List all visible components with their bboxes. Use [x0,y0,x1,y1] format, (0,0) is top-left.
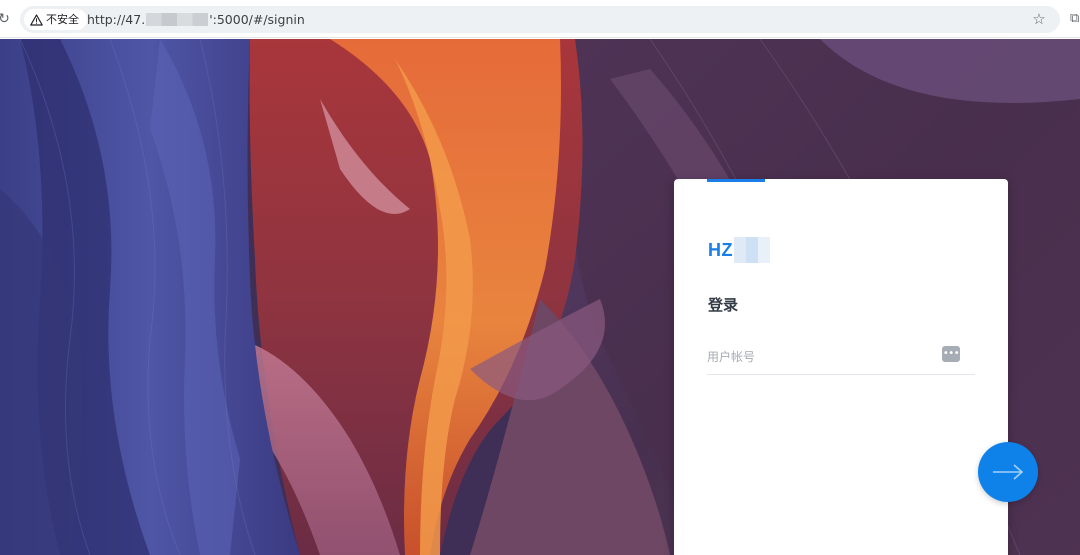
extension-icon[interactable]: ⧉ [1070,11,1080,27]
card-accent-bar [707,179,765,182]
brand-name: HZ [708,239,733,260]
url-suffix: ':5000/#/signin [209,12,305,27]
url-prefix: http://47. [87,12,146,27]
url-redacted-mosaic [146,13,209,26]
address-bar[interactable]: 不安全 http://47. ':5000/#/signin ☆ [20,6,1060,33]
star-icon[interactable]: ☆ [1030,10,1048,28]
submit-button[interactable] [978,442,1038,502]
reload-icon[interactable]: ↻ [0,10,10,28]
security-indicator[interactable]: 不安全 [24,9,87,30]
warning-icon [30,13,43,26]
account-input[interactable] [707,339,975,375]
arrow-right-icon [993,464,1024,480]
browser-toolbar: ↻ 不安全 http://47. ':5000/#/signin ☆ ⧉ [0,0,1080,38]
brand-logo: HZ [708,237,770,263]
url-text[interactable]: http://47. ':5000/#/signin [87,6,305,33]
login-title: 登录 [708,296,739,314]
login-card: HZ 登录 ••• [674,179,1008,555]
password-manager-icon[interactable]: ••• [942,346,960,362]
security-label: 不安全 [46,13,79,26]
brand-redacted-mosaic [734,237,770,263]
